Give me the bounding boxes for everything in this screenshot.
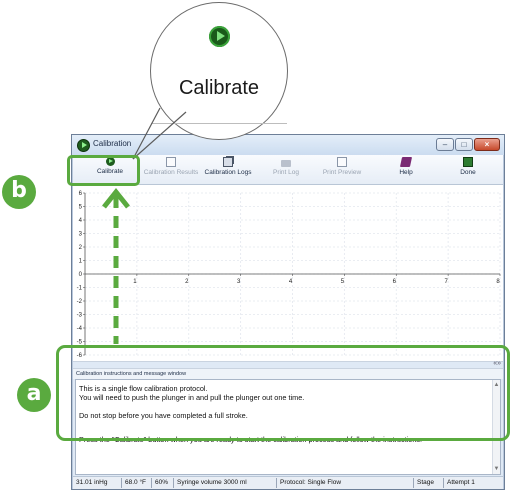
badge-b: b	[2, 175, 36, 209]
calibrate-highlight	[67, 155, 140, 186]
zoom-pointer-line	[132, 107, 161, 160]
message-window-highlight	[56, 345, 510, 441]
badge-a: a	[17, 378, 51, 412]
zoom-pointer-line	[132, 111, 187, 160]
